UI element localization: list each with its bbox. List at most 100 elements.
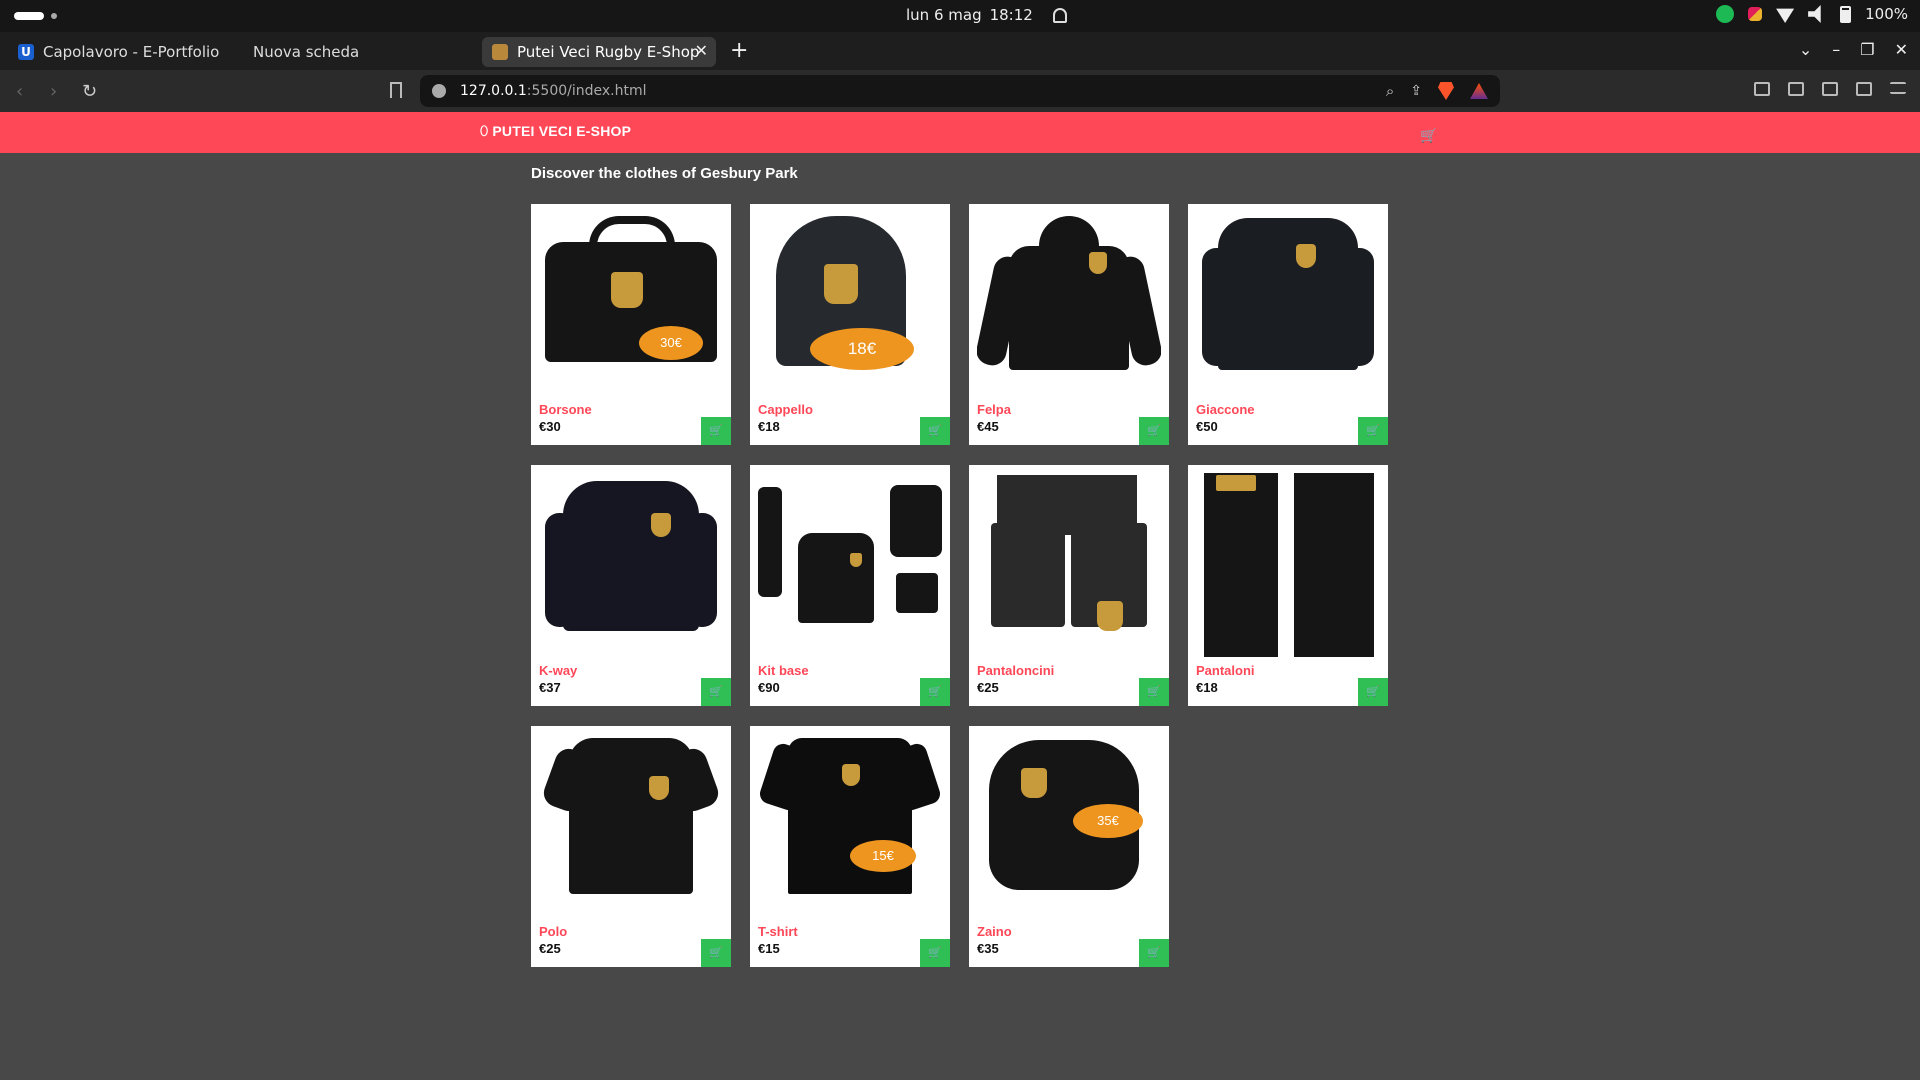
clock[interactable]: lun 6 mag 18:12 [906,6,1067,24]
product-card: 18€ Cappello €18 🛒 [750,204,950,445]
sidebar-icon[interactable] [1822,82,1838,96]
product-image [539,473,723,657]
window-controls: ⌄ – ❐ ✕ [1799,40,1908,59]
add-to-cart-button[interactable]: 🛒 [1139,417,1169,445]
brave-shields-icon[interactable] [1438,82,1454,100]
battery-level: 100% [1865,5,1908,23]
product-price: €35 [977,941,999,956]
product-card: Kit base €90 🛒 [750,465,950,706]
product-card: Pantaloncini €25 🛒 [969,465,1169,706]
system-top-bar: lun 6 mag 18:12 100% [0,0,1920,32]
product-price: €18 [758,419,780,434]
product-price: €45 [977,419,999,434]
price-badge: 15€ [850,840,916,872]
add-to-cart-button[interactable]: 🛒 [920,417,950,445]
menu-icon[interactable] [1890,82,1906,94]
close-window-icon[interactable]: ✕ [1895,40,1908,59]
rugby-ball-icon: ⬯ [480,123,489,138]
price-badge: 30€ [639,326,703,360]
product-price: €90 [758,680,780,695]
product-image [539,734,723,918]
product-image [1196,212,1380,396]
add-to-cart-button[interactable]: 🛒 [1358,678,1388,706]
share-icon[interactable]: ⇪ [1410,83,1422,99]
volume-icon[interactable] [1808,5,1821,23]
product-price: €15 [758,941,780,956]
spotify-icon[interactable] [1716,5,1735,23]
product-name[interactable]: Cappello [758,402,813,417]
product-name[interactable]: Pantaloncini [977,663,1054,678]
product-name[interactable]: Felpa [977,402,1011,417]
bookmark-icon[interactable] [390,82,402,98]
add-to-cart-button[interactable]: 🛒 [1358,417,1388,445]
product-name[interactable]: Giaccone [1196,402,1255,417]
product-name[interactable]: T-shirt [758,924,798,939]
address-bar[interactable]: 127.0.0.1 :5500/index.html ⌕ ⇪ [420,75,1500,107]
product-card: Giaccone €50 🛒 [1188,204,1388,445]
product-card: Polo €25 🛒 [531,726,731,967]
tab-list-chevron-icon[interactable]: ⌄ [1799,40,1812,59]
product-price: €30 [539,419,561,434]
wallet-icon[interactable] [1856,82,1872,96]
minimize-icon[interactable]: – [1832,40,1840,59]
add-to-cart-button[interactable]: 🛒 [1139,678,1169,706]
add-to-cart-button[interactable]: 🛒 [701,939,731,967]
product-card: Pantaloni €18 🛒 [1188,465,1388,706]
product-price: €25 [539,941,561,956]
zoom-icon[interactable]: ⌕ [1386,82,1394,100]
tab-label: Nuova scheda [253,43,360,61]
page-headline: Discover the clothes of Gesbury Park [531,165,798,182]
site-brand[interactable]: ⬯ PUTEI VECI E-SHOP [480,123,631,139]
price-badge: 35€ [1073,804,1143,838]
activities-indicator[interactable] [14,12,57,20]
url-path: :5500/index.html [526,83,647,99]
product-image: 35€ [977,734,1161,918]
battery-icon[interactable] [1840,5,1852,23]
product-image: 30€ [539,212,723,396]
slack-icon[interactable] [1748,7,1763,21]
extensions-icon[interactable] [1754,82,1770,96]
tab-label: Capolavoro - E-Portfolio [43,43,220,61]
restore-icon[interactable]: ❐ [1860,40,1874,59]
tab-new[interactable]: Nuova scheda [243,37,473,67]
add-to-cart-button[interactable]: 🛒 [920,939,950,967]
reload-icon[interactable]: ↻ [82,81,97,102]
add-to-cart-button[interactable]: 🛒 [1139,939,1169,967]
price-badge: 18€ [810,328,914,370]
toolbar-right-tools [1754,82,1906,96]
browser-toolbar: ‹ › ↻ 127.0.0.1 :5500/index.html ⌕ ⇪ [0,70,1920,112]
product-image: 15€ [758,734,942,918]
system-tray[interactable]: 100% [1716,5,1908,23]
product-name[interactable]: Borsone [539,402,592,417]
product-name[interactable]: K-way [539,663,577,678]
add-to-cart-button[interactable]: 🛒 [701,678,731,706]
web-page: ⬯ PUTEI VECI E-SHOP 🛒 Discover the cloth… [0,112,1920,1080]
product-card: 30€ Borsone €30 🛒 [531,204,731,445]
product-name[interactable]: Polo [539,924,567,939]
brand-label: PUTEI VECI E-SHOP [492,123,632,139]
product-name[interactable]: Zaino [977,924,1012,939]
product-price: €50 [1196,419,1218,434]
forward-icon[interactable]: › [50,81,57,102]
close-tab-icon[interactable]: ✕ [695,41,708,60]
product-name[interactable]: Pantaloni [1196,663,1255,678]
tab-eshop[interactable]: Putei Veci Rugby E-Shop ✕ [482,37,716,67]
product-card: 15€ T-shirt €15 🛒 [750,726,950,967]
workspace-pill [14,12,44,20]
product-name[interactable]: Kit base [758,663,809,678]
new-tab-icon[interactable]: + [730,38,748,63]
brave-rewards-icon[interactable] [1470,83,1488,99]
site-info-icon[interactable] [432,84,446,98]
back-icon[interactable]: ‹ [16,81,23,102]
product-grid: 30€ Borsone €30 🛒 18€ Cappello €18 🛒 Fel… [531,204,1388,967]
add-to-cart-button[interactable]: 🛒 [920,678,950,706]
tab-capolavoro[interactable]: U Capolavoro - E-Portfolio [8,37,243,67]
wifi-icon[interactable] [1776,8,1795,23]
add-to-cart-button[interactable]: 🛒 [701,417,731,445]
url-host: 127.0.0.1 [460,83,527,99]
product-price: €18 [1196,680,1218,695]
downloads-icon[interactable] [1788,82,1804,96]
address-bar-actions: ⌕ ⇪ [1386,82,1488,100]
cart-icon[interactable]: 🛒 [1420,128,1437,144]
product-image [977,212,1161,396]
